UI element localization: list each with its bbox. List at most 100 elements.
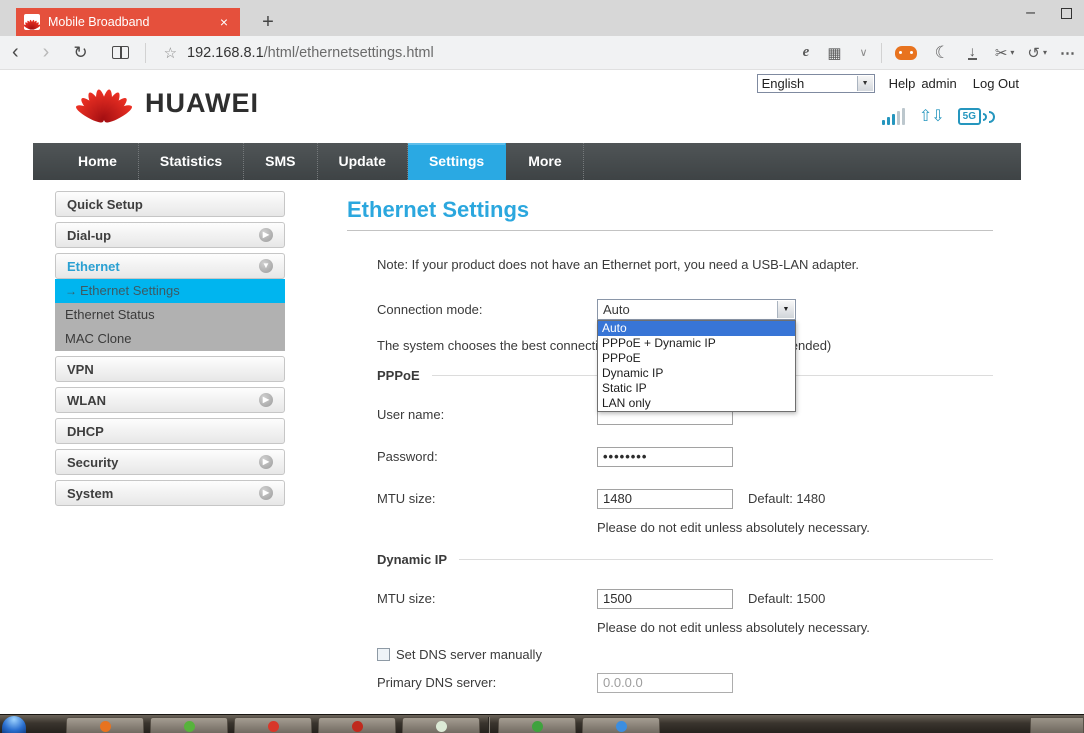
connection-mode-select[interactable]: Auto ▼ Auto PPPoE + Dynamic IP PPPoE Dyn… bbox=[597, 299, 796, 320]
pppoe-mtu-input[interactable] bbox=[597, 489, 733, 509]
app-icon bbox=[616, 721, 627, 732]
address-bar[interactable]: 192.168.8.1/html/ethernetsettings.html bbox=[187, 45, 434, 61]
browser-toolbar: ‹ › ↻ ☆ 192.168.8.1/html/ethernetsetting… bbox=[0, 36, 1084, 70]
sidebar-item-dial-up[interactable]: Dial-up ▶ bbox=[55, 222, 285, 248]
refresh-icon[interactable]: ↻ bbox=[61, 43, 99, 63]
sidebar-item-quick-setup[interactable]: Quick Setup bbox=[55, 191, 285, 217]
window-minimize-button[interactable]: – bbox=[1026, 4, 1035, 22]
dropdown-option-pppoe-dynamic[interactable]: PPPoE + Dynamic IP bbox=[598, 336, 795, 351]
toolbar-divider bbox=[145, 43, 146, 63]
logout-link[interactable]: Log Out bbox=[973, 76, 1019, 91]
network-type-badge: 5G bbox=[958, 108, 981, 125]
taskbar-tray-button[interactable] bbox=[1030, 717, 1084, 733]
windows-taskbar bbox=[0, 714, 1084, 733]
nav-tab-statistics[interactable]: Statistics bbox=[139, 143, 244, 180]
taskbar-divider bbox=[488, 717, 490, 733]
taskbar-app-button[interactable] bbox=[318, 717, 396, 733]
set-dns-manually-label: Set DNS server manually bbox=[396, 647, 542, 662]
password-input[interactable] bbox=[597, 447, 733, 467]
gamepad-icon[interactable] bbox=[895, 46, 917, 60]
chevron-down-icon[interactable]: ∨ bbox=[851, 46, 877, 59]
pppoe-section-header: PPPoE bbox=[377, 368, 420, 383]
dropdown-option-pppoe[interactable]: PPPoE bbox=[598, 351, 795, 366]
language-dropdown-arrow-icon[interactable]: ▼ bbox=[857, 76, 873, 91]
sidebar-subitem-mac-clone[interactable]: MAC Clone bbox=[55, 327, 285, 351]
pppoe-mtu-label: MTU size: bbox=[377, 491, 597, 506]
connection-mode-label: Connection mode: bbox=[377, 302, 597, 317]
router-admin-page: HUAWEI English ▼ Help admin Log Out ⇧⇩ bbox=[0, 70, 1084, 714]
new-tab-button[interactable]: + bbox=[254, 8, 282, 36]
sidebar-item-vpn[interactable]: VPN bbox=[55, 356, 285, 382]
dropdown-option-auto[interactable]: Auto bbox=[598, 321, 795, 336]
dropdown-option-dynamic-ip[interactable]: Dynamic IP bbox=[598, 366, 795, 381]
sidebar-item-wlan[interactable]: WLAN ▶ bbox=[55, 387, 285, 413]
language-select[interactable]: English ▼ bbox=[757, 74, 875, 93]
select-selected-value: Auto bbox=[603, 302, 630, 317]
capture-menu-arrow-icon[interactable]: ▾ bbox=[1010, 48, 1014, 57]
status-icons: ⇧⇩ 5G bbox=[882, 108, 995, 125]
huawei-favicon bbox=[24, 14, 40, 30]
nav-tab-home[interactable]: Home bbox=[57, 143, 139, 180]
sidebar-item-label: System bbox=[67, 486, 113, 501]
start-button-orb[interactable] bbox=[2, 716, 26, 733]
window-maximize-button[interactable] bbox=[1061, 8, 1072, 19]
ethernet-submenu: →Ethernet Settings Ethernet Status MAC C… bbox=[55, 279, 285, 351]
chevron-down-icon: ▼ bbox=[259, 259, 273, 273]
internet-explorer-icon[interactable]: e bbox=[794, 44, 819, 61]
sidebar-item-ethernet[interactable]: Ethernet ▼ bbox=[55, 253, 285, 279]
sidebar-subitem-label: MAC Clone bbox=[65, 331, 131, 346]
dark-mode-moon-icon[interactable]: ☾ bbox=[926, 43, 959, 63]
sidebar-item-system[interactable]: System ▶ bbox=[55, 480, 285, 506]
sidebar-item-label: Quick Setup bbox=[67, 197, 143, 212]
app-icon bbox=[352, 721, 363, 732]
sidebar-item-label: Ethernet bbox=[67, 259, 120, 274]
tab-title: Mobile Broadband bbox=[48, 15, 216, 29]
tab-close-icon[interactable]: × bbox=[216, 14, 232, 30]
download-icon[interactable]: ↓ bbox=[968, 45, 977, 60]
sidebar-item-label: WLAN bbox=[67, 393, 106, 408]
forward-icon: › bbox=[31, 41, 62, 64]
qr-code-icon[interactable]: ▦ bbox=[818, 44, 850, 62]
dropdown-option-lan-only[interactable]: LAN only bbox=[598, 396, 795, 411]
sidebar-item-dhcp[interactable]: DHCP bbox=[55, 418, 285, 444]
chevron-right-icon: ▶ bbox=[259, 455, 273, 469]
huawei-flower-icon bbox=[75, 82, 133, 120]
taskbar-app-button[interactable] bbox=[582, 717, 660, 733]
dynamic-mtu-default: Default: 1500 bbox=[748, 591, 825, 606]
sidebar-item-security[interactable]: Security ▶ bbox=[55, 449, 285, 475]
undo-menu-arrow-icon[interactable]: ▾ bbox=[1043, 48, 1047, 57]
primary-dns-label: Primary DNS server: bbox=[377, 675, 597, 690]
taskbar-app-button[interactable] bbox=[66, 717, 144, 733]
sidebar-item-label: Security bbox=[67, 455, 118, 470]
main-navigation: Home Statistics SMS Update Settings More bbox=[33, 143, 1021, 180]
help-link[interactable]: Help bbox=[889, 76, 916, 91]
back-icon[interactable]: ‹ bbox=[0, 41, 31, 64]
reading-view-icon[interactable] bbox=[112, 46, 129, 59]
browser-tab[interactable]: Mobile Broadband × bbox=[16, 8, 240, 36]
taskbar-app-button[interactable] bbox=[150, 717, 228, 733]
huawei-logo: HUAWEI bbox=[75, 82, 259, 120]
sidebar-item-label: VPN bbox=[67, 362, 94, 377]
app-icon bbox=[100, 721, 111, 732]
page-title: Ethernet Settings bbox=[347, 197, 993, 223]
nav-tab-sms[interactable]: SMS bbox=[244, 143, 317, 180]
sidebar-subitem-ethernet-settings[interactable]: →Ethernet Settings bbox=[55, 279, 285, 303]
set-dns-manually-checkbox[interactable] bbox=[377, 648, 390, 661]
dynamic-mtu-input[interactable] bbox=[597, 589, 733, 609]
taskbar-app-button[interactable] bbox=[234, 717, 312, 733]
dropdown-option-static-ip[interactable]: Static IP bbox=[598, 381, 795, 396]
primary-dns-input[interactable] bbox=[597, 673, 733, 693]
pppoe-mtu-default: Default: 1480 bbox=[748, 491, 825, 506]
taskbar-app-button[interactable] bbox=[498, 717, 576, 733]
more-options-icon[interactable]: ⋯ bbox=[1051, 44, 1084, 62]
adapter-note: Note: If your product does not have an E… bbox=[377, 257, 993, 272]
favorites-star-icon[interactable]: ☆ bbox=[150, 44, 187, 62]
title-divider bbox=[347, 230, 993, 231]
taskbar-app-button[interactable] bbox=[402, 717, 480, 733]
select-dropdown-arrow-icon[interactable]: ▼ bbox=[777, 301, 794, 318]
sidebar-subitem-ethernet-status[interactable]: Ethernet Status bbox=[55, 303, 285, 327]
nav-tab-settings[interactable]: Settings bbox=[408, 143, 506, 180]
nav-tab-more[interactable]: More bbox=[507, 143, 583, 180]
chevron-right-icon: ▶ bbox=[259, 486, 273, 500]
nav-tab-update[interactable]: Update bbox=[318, 143, 408, 180]
